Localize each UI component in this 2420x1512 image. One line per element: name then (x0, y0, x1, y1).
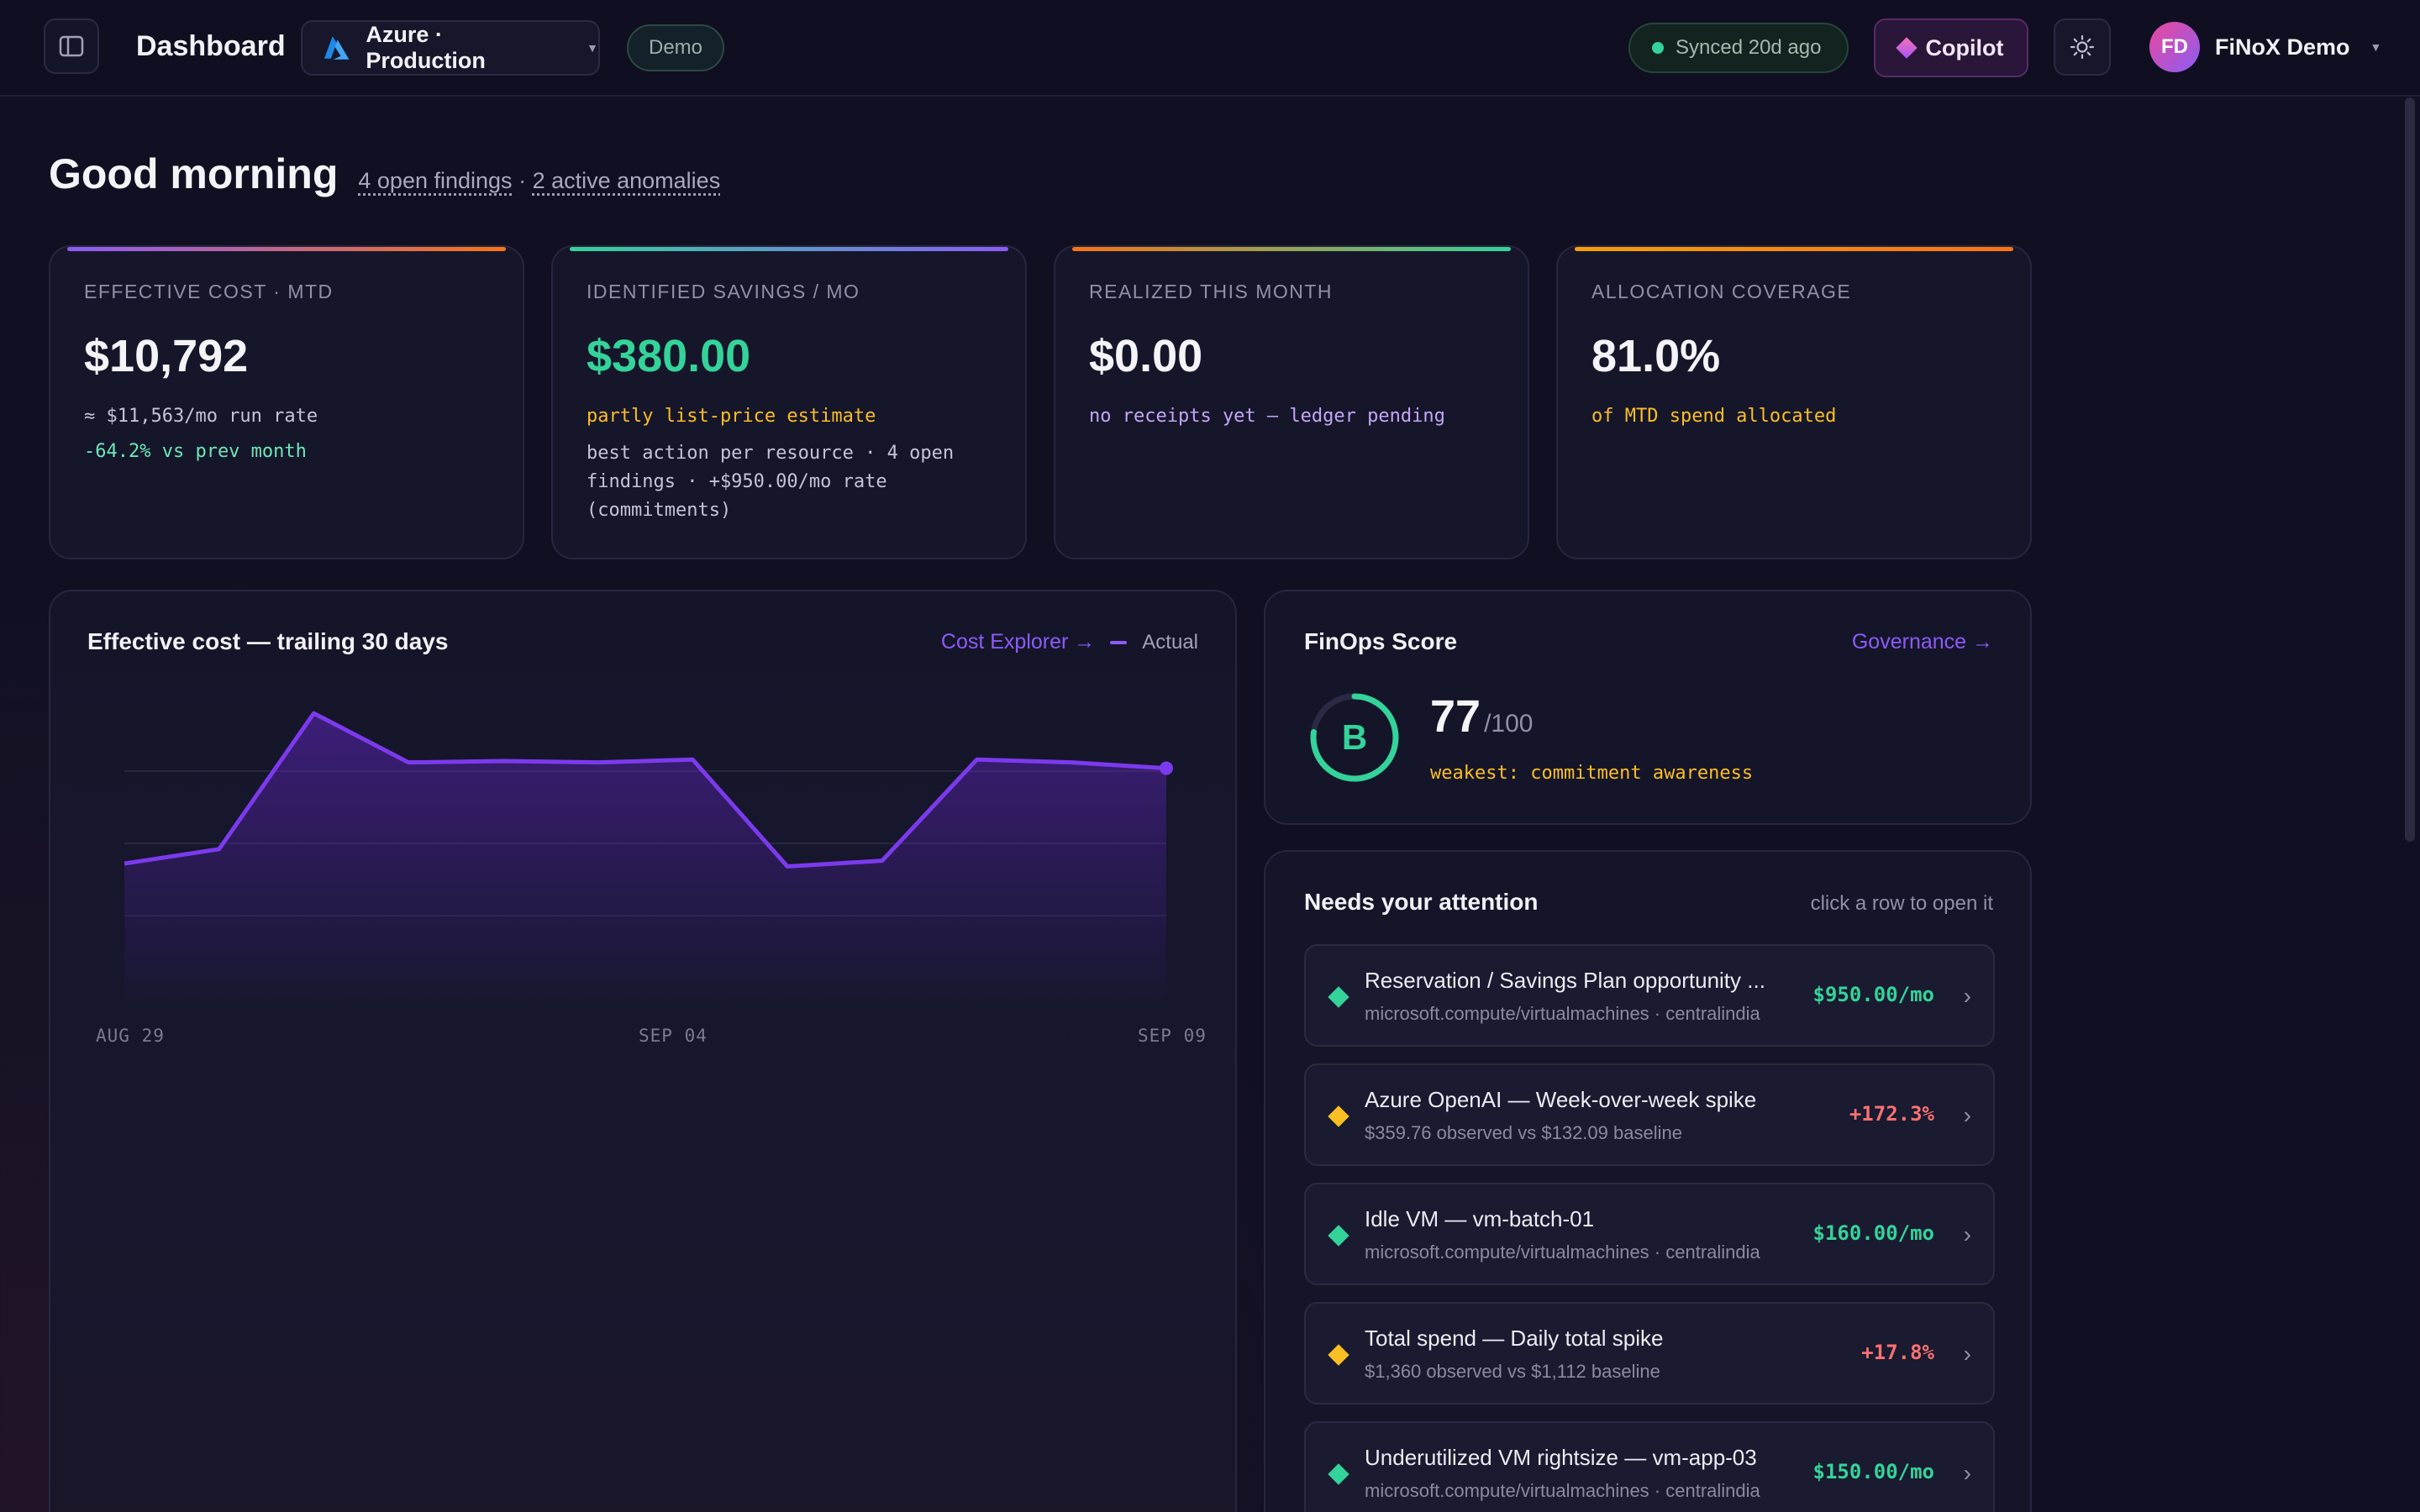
page-scrollbar[interactable] (2405, 97, 2415, 842)
anomaly-diamond-icon (1328, 1105, 1349, 1127)
top-bar: Dashboard Azure · Production ▼ Demo Sync… (0, 0, 2420, 97)
theme-toggle-button[interactable] (2054, 18, 2111, 76)
sync-status: Synced 20d ago (1628, 23, 1849, 73)
cost-trend-panel: Effective cost — trailing 30 days Cost E… (49, 590, 1237, 1512)
row-value: $950.00/mo (1812, 983, 1935, 1006)
row-title: Idle VM — vm-batch-01 (1365, 1206, 1595, 1231)
row-subtitle: microsoft.compute/virtualmachines · cent… (1365, 1480, 1760, 1501)
savings-diamond-icon (1328, 1225, 1349, 1247)
chart-area (124, 713, 1166, 1000)
kpi-card-effective-cost: EFFECTIVE COST · MTD $10,792 ≈ $11,563/m… (49, 245, 524, 559)
row-subtitle: microsoft.compute/virtualmachines · cent… (1365, 1242, 1760, 1263)
attention-row[interactable]: Reservation / Savings Plan opportunity .… (1304, 944, 1995, 1047)
environment-label: Azure · Production (366, 22, 486, 73)
row-title: Azure OpenAI — Week-over-week spike (1365, 1087, 1757, 1112)
kpi-delta: -64.2% vs prev month (84, 441, 307, 462)
sun-icon (2070, 34, 2095, 60)
kpi-card-allocation: ALLOCATION COVERAGE 81.0% of MTD spend a… (1556, 245, 2032, 559)
chevron-right-icon: › (1963, 1102, 1971, 1128)
user-name: FiNoX Demo (2215, 34, 2350, 60)
attention-row[interactable]: Idle VM — vm-batch-01 microsoft.compute/… (1304, 1183, 1995, 1285)
kpi-label: ALLOCATION COVERAGE (1591, 281, 1852, 302)
score-max: /100 (1484, 710, 1534, 738)
page-title: Dashboard (136, 30, 286, 62)
x-tick-label: SEP 09 (1138, 1026, 1207, 1046)
panel-title: FinOps Score (1304, 628, 1458, 654)
savings-diamond-icon (1328, 1463, 1349, 1485)
greeting: Good morning 4 open findings · 2 active … (49, 150, 720, 198)
row-subtitle: $359.76 observed vs $132.09 baseline (1365, 1122, 1682, 1143)
chevron-right-icon: › (1963, 1460, 1971, 1486)
x-tick-label: AUG 29 (96, 1026, 165, 1046)
avatar: FD (2149, 22, 2200, 72)
row-value: +17.8% (1861, 1341, 1934, 1364)
kpi-value: $0.00 (1089, 331, 1203, 381)
anomaly-diamond-icon (1328, 1344, 1349, 1366)
azure-logo-icon (324, 36, 350, 60)
attention-row[interactable]: Underutilized VM rightsize — vm-app-03 m… (1304, 1421, 1995, 1512)
kpi-run-rate: ≈ $11,563/mo run rate (84, 406, 318, 427)
chevron-right-icon: › (1963, 1221, 1971, 1247)
row-title: Underutilized VM rightsize — vm-app-03 (1365, 1445, 1757, 1470)
separator: · (518, 168, 527, 193)
greeting-title: Good morning (49, 150, 339, 197)
cost-chart: AUG 29 SEP 04 SEP 09 (96, 711, 1207, 1046)
row-value: $160.00/mo (1812, 1221, 1935, 1245)
row-title: Reservation / Savings Plan opportunity .… (1365, 968, 1765, 993)
row-title: Total spend — Daily total spike (1365, 1326, 1664, 1351)
chevron-down-icon: ▼ (2370, 40, 2382, 54)
weakest-area: weakest: commitment awareness (1430, 763, 1754, 784)
greeting-summary: 4 open findings · 2 active anomalies (358, 168, 720, 194)
kpi-card-realized: REALIZED THIS MONTH $0.00 no receipts ye… (1054, 245, 1529, 559)
row-subtitle: $1,360 observed vs $1,112 baseline (1365, 1361, 1660, 1382)
demo-badge: Demo (627, 24, 724, 71)
kpi-label: REALIZED THIS MONTH (1089, 281, 1334, 302)
attention-panel: Needs your attention click a row to open… (1264, 850, 2032, 1512)
attention-hint: click a row to open it (1810, 892, 1993, 915)
score-grade: B (1341, 717, 1368, 757)
row-value: $150.00/mo (1812, 1460, 1935, 1483)
kpi-label: IDENTIFIED SAVINGS / MO (587, 281, 860, 302)
score-readout: 77 /100 (1430, 690, 1533, 743)
savings-diamond-icon (1328, 986, 1349, 1008)
copilot-label: Copilot (1925, 34, 2004, 60)
card-accent-bar (1575, 247, 2013, 251)
open-findings-link[interactable]: 4 open findings (358, 168, 512, 193)
diamond-icon (1895, 37, 1918, 59)
active-anomalies-link[interactable]: 2 active anomalies (533, 168, 721, 193)
card-accent-bar (1072, 247, 1511, 251)
kpi-value: $380.00 (587, 331, 751, 381)
sidebar-toggle-button[interactable] (44, 18, 99, 74)
kpi-label: EFFECTIVE COST · MTD (84, 281, 334, 302)
kpi-note: no receipts yet — ledger pending (1089, 406, 1445, 427)
x-tick-label: SEP 04 (639, 1026, 708, 1046)
kpi-note: of MTD spend allocated (1591, 406, 1837, 427)
sidebar-icon (59, 35, 84, 57)
kpi-value: 81.0% (1591, 331, 1721, 381)
status-dot-icon (1652, 42, 1664, 54)
row-subtitle: microsoft.compute/virtualmachines · cent… (1365, 1003, 1760, 1024)
attention-row[interactable]: Azure OpenAI — Week-over-week spike $359… (1304, 1063, 1995, 1166)
chevron-right-icon: › (1963, 1341, 1971, 1367)
environment-select[interactable]: Azure · Production ▼ (301, 20, 600, 76)
kpi-note: partly list-price estimate (587, 406, 876, 427)
kpi-value: $10,792 (84, 331, 249, 381)
finops-score-panel: FinOps Score Governance → B 77 /100 weak… (1264, 590, 2032, 825)
copilot-button[interactable]: Copilot (1874, 18, 2028, 77)
sync-status-label: Synced 20d ago (1676, 36, 1822, 59)
score-value: 77 (1430, 691, 1481, 742)
attention-row[interactable]: Total spend — Daily total spike $1,360 o… (1304, 1302, 1995, 1404)
card-accent-bar (570, 247, 1008, 251)
panel-title: Needs your attention (1304, 889, 1539, 915)
row-value: +172.3% (1849, 1102, 1934, 1126)
governance-link[interactable]: Governance → (1852, 630, 1993, 654)
chevron-down-icon: ▼ (587, 41, 598, 55)
kpi-detail: best action per resource · 4 open findin… (587, 443, 955, 521)
kpi-card-identified-savings: IDENTIFIED SAVINGS / MO $380.00 partly l… (551, 245, 1027, 559)
chart-point-latest (1160, 761, 1173, 775)
chevron-right-icon: › (1963, 983, 1971, 1009)
card-accent-bar (67, 247, 506, 251)
user-menu[interactable]: FD FiNoX Demo ▼ (2149, 22, 2381, 72)
